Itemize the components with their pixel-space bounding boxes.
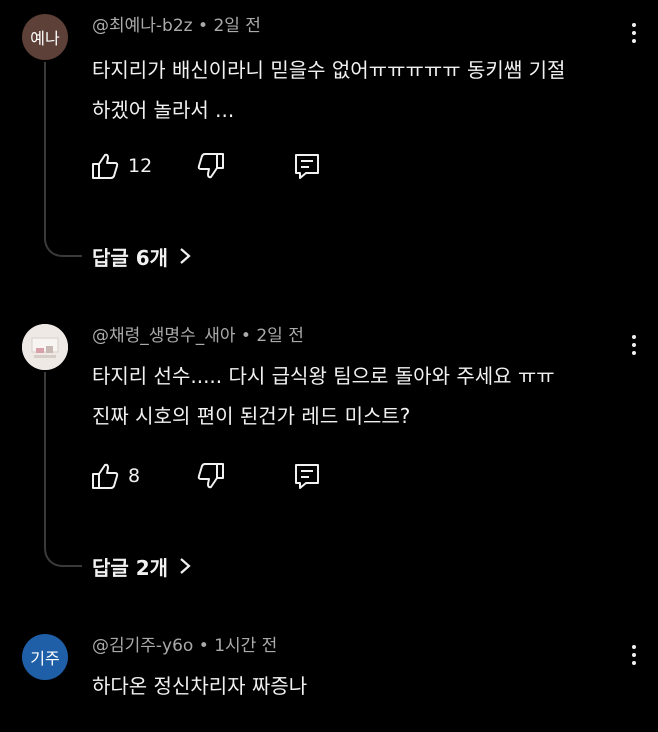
- comment-text: 하다온 정신차리자 짜증나: [92, 666, 622, 706]
- view-replies-button[interactable]: 답글 6개: [92, 241, 192, 271]
- like-button[interactable]: 12: [90, 149, 152, 183]
- more-options-button[interactable]: [620, 18, 648, 48]
- like-button[interactable]: 8: [90, 459, 140, 493]
- chevron-right-icon: [180, 558, 191, 574]
- avatar-image: [22, 324, 68, 370]
- comment-text: 타지리 선수..... 다시 급식왕 팀으로 돌아와 주세요 ㅠㅠ 진짜 시호의…: [92, 356, 622, 436]
- thumbs-down-icon: [197, 463, 224, 489]
- replies-label: 답글 6개: [92, 245, 169, 270]
- more-vertical-icon: [632, 645, 636, 649]
- avatar[interactable]: 예나: [22, 14, 68, 60]
- dislike-button[interactable]: [196, 149, 226, 183]
- replies-label: 답글 2개: [92, 555, 169, 580]
- reply-button[interactable]: [292, 459, 322, 493]
- meta-separator: •: [198, 16, 209, 36]
- thread-connector: [44, 62, 82, 257]
- meta-separator: •: [240, 326, 251, 346]
- comment-text-line: 진짜 시호의 편이 된건가 레드 미스트?: [92, 404, 411, 428]
- more-vertical-icon: [632, 335, 636, 339]
- more-options-button[interactable]: [620, 330, 648, 360]
- like-count: 8: [128, 465, 141, 487]
- author-name[interactable]: @최예나-b2z: [92, 16, 193, 36]
- author-name[interactable]: @채령_생명수_새아: [92, 326, 235, 346]
- reply-comment-icon: [295, 464, 319, 489]
- more-vertical-icon: [632, 23, 636, 27]
- more-options-button[interactable]: [620, 640, 648, 670]
- avatar-initials: 기주: [30, 649, 60, 668]
- thumbs-up-icon: [92, 153, 119, 179]
- comment-time: 1시간 전: [214, 636, 278, 656]
- avatar[interactable]: 기주: [22, 634, 68, 680]
- comment-meta: @최예나-b2z • 2일 전: [92, 14, 261, 38]
- like-count: 12: [128, 155, 153, 177]
- comment-text-line: 하다온 정신차리자 짜증나: [92, 674, 308, 698]
- dislike-button[interactable]: [196, 459, 226, 493]
- comment-actions: 12: [90, 149, 390, 183]
- thumbs-down-icon: [197, 153, 224, 179]
- reply-button[interactable]: [292, 149, 322, 183]
- author-name[interactable]: @김기주-y6o: [92, 636, 193, 656]
- comment-text: 타지리가 배신이라니 믿을수 없어ㅠㅠㅠㅠㅠ 동키쌤 기절 하겠어 놀라서 ..…: [92, 50, 622, 130]
- view-replies-button[interactable]: 답글 2개: [92, 551, 192, 581]
- avatar-initials: 예나: [30, 29, 60, 48]
- comment-time: 2일 전: [213, 16, 261, 36]
- chevron-right-icon: [180, 248, 191, 264]
- comment-actions: 8: [90, 459, 390, 493]
- meta-separator: •: [198, 636, 209, 656]
- comment-text-line: 타지리가 배신이라니 믿을수 없어ㅠㅠㅠㅠㅠ 동키쌤 기절: [92, 58, 566, 82]
- comment-time: 2일 전: [256, 326, 304, 346]
- comment-text-line: 타지리 선수..... 다시 급식왕 팀으로 돌아와 주세요 ㅠㅠ: [92, 364, 555, 388]
- avatar[interactable]: [22, 324, 68, 370]
- comment-text-line: 하겠어 놀라서 ...: [92, 98, 235, 122]
- reply-comment-icon: [295, 154, 319, 179]
- thread-connector: [44, 372, 82, 567]
- comment-meta: @김기주-y6o • 1시간 전: [92, 634, 277, 658]
- thumbs-up-icon: [92, 463, 119, 489]
- comment-meta: @채령_생명수_새아 • 2일 전: [92, 324, 304, 348]
